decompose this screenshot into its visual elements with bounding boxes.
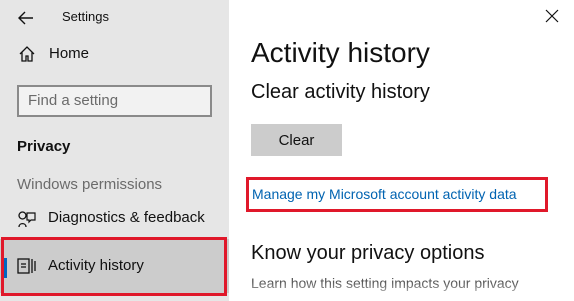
diagnostics-icon — [18, 211, 36, 228]
page-title: Activity history — [251, 37, 430, 68]
highlight-box-activity-history — [1, 237, 227, 296]
home-icon — [19, 46, 35, 62]
back-button[interactable] — [16, 8, 36, 28]
privacy-options-heading: Know your privacy options — [251, 242, 485, 264]
bottom-fade — [229, 282, 574, 301]
window-title: Settings — [62, 9, 109, 24]
sidebar-item-label: Diagnostics & feedback — [48, 209, 205, 226]
sidebar-item-home[interactable]: Home — [0, 36, 229, 70]
highlight-box-manage-link — [246, 177, 548, 212]
sidebar-item-diagnostics[interactable]: Diagnostics & feedback — [0, 198, 229, 238]
search-input[interactable] — [28, 92, 198, 109]
subsection-title-windows-permissions: Windows permissions — [17, 176, 163, 193]
clear-button[interactable]: Clear — [251, 124, 342, 156]
clear-activity-heading: Clear activity history — [251, 81, 430, 103]
home-label: Home — [49, 45, 90, 62]
back-arrow-icon — [18, 11, 33, 25]
section-title-privacy: Privacy — [17, 138, 71, 155]
search-box[interactable] — [17, 85, 212, 117]
close-icon[interactable] — [545, 9, 559, 23]
